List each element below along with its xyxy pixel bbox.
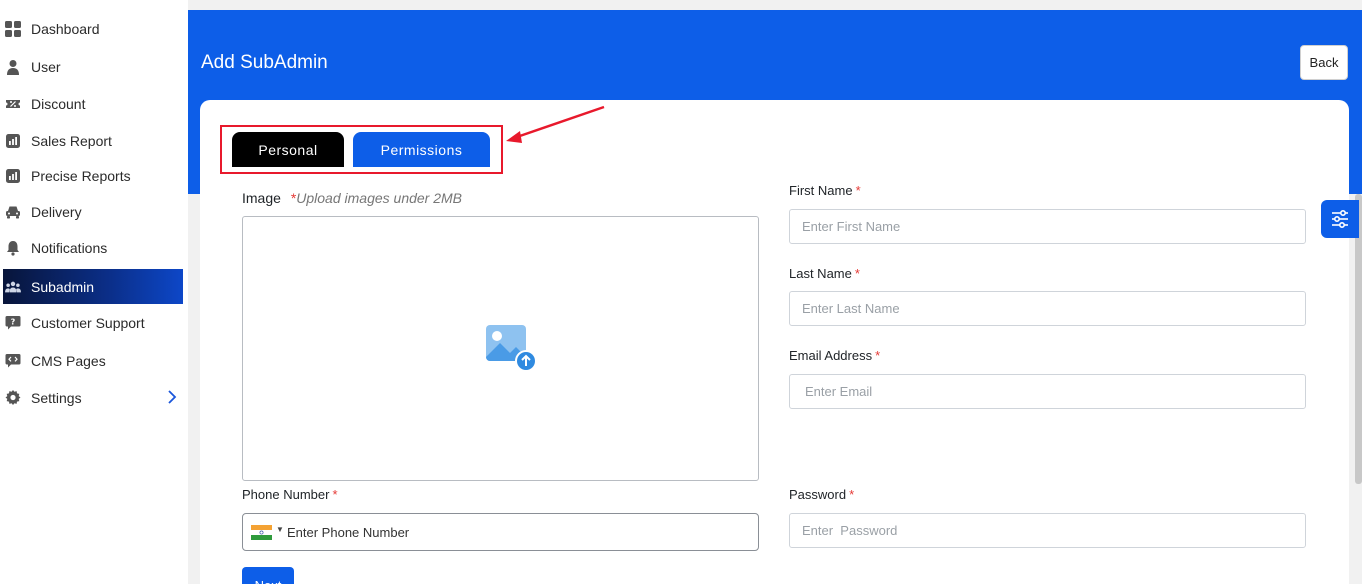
- page-title: Add SubAdmin: [201, 52, 328, 73]
- image-label: Image *Upload images under 2MB: [242, 190, 463, 206]
- sidebar-item-label: Subadmin: [31, 278, 95, 295]
- sidebar-item-label: Notifications: [31, 239, 108, 256]
- india-flag-icon[interactable]: [251, 525, 272, 540]
- chat-question-icon: ?: [5, 315, 21, 331]
- image-upload-icon: [486, 325, 537, 372]
- group-icon: [5, 279, 21, 295]
- sidebar-item-label: Precise Reports: [31, 167, 131, 184]
- gear-icon: [5, 390, 21, 406]
- sidebar-item-subadmin[interactable]: Subadmin: [3, 269, 183, 304]
- sidebar: Dashboard User Discount Sales Report Pre…: [0, 0, 188, 584]
- email-input[interactable]: [789, 374, 1306, 409]
- bell-icon: [5, 240, 21, 256]
- sidebar-item-label: Sales Report: [31, 132, 112, 149]
- phone-label: Phone Number *: [242, 487, 338, 502]
- caret-down-icon[interactable]: ▼: [276, 525, 284, 534]
- chevron-right-icon[interactable]: [167, 389, 177, 408]
- user-icon: [5, 59, 21, 75]
- sidebar-item-label: CMS Pages: [31, 352, 106, 369]
- phone-field: ▼: [242, 513, 759, 551]
- tab-personal[interactable]: Personal: [232, 132, 344, 167]
- sidebar-item-notifications[interactable]: Notifications: [3, 230, 183, 265]
- sliders-icon: [1332, 209, 1348, 229]
- sidebar-item-label: Discount: [31, 95, 86, 112]
- next-button[interactable]: Next: [242, 567, 294, 584]
- first-name-label: First Name *: [789, 183, 861, 198]
- sidebar-item-user[interactable]: User: [3, 49, 183, 84]
- sidebar-item-delivery[interactable]: Delivery: [3, 194, 183, 229]
- sidebar-item-label: Delivery: [31, 203, 82, 220]
- password-input[interactable]: [789, 513, 1306, 548]
- settings-sliders-button[interactable]: [1321, 200, 1359, 238]
- sidebar-item-label: User: [31, 58, 61, 75]
- bar-report-icon: [5, 168, 21, 184]
- sidebar-item-discount[interactable]: Discount: [3, 86, 183, 121]
- svg-text:?: ?: [11, 317, 16, 326]
- first-name-input[interactable]: [789, 209, 1306, 244]
- tab-permissions[interactable]: Permissions: [353, 132, 490, 167]
- last-name-label: Last Name *: [789, 266, 860, 281]
- sidebar-item-precise-reports[interactable]: Precise Reports: [3, 158, 183, 193]
- back-button[interactable]: Back: [1300, 45, 1348, 80]
- sidebar-item-label: Settings: [31, 389, 82, 406]
- image-upload-dropzone[interactable]: [242, 216, 759, 481]
- grid-icon: [5, 20, 21, 37]
- sidebar-item-sales-report[interactable]: Sales Report: [3, 123, 183, 158]
- bar-report-icon: [5, 133, 21, 149]
- sidebar-item-dashboard[interactable]: Dashboard: [3, 11, 183, 46]
- sidebar-item-customer-support[interactable]: ? Customer Support: [3, 305, 183, 340]
- discount-ticket-icon: [5, 96, 21, 112]
- sidebar-item-cms-pages[interactable]: CMS Pages: [3, 343, 183, 378]
- chat-code-icon: [5, 353, 21, 369]
- phone-input[interactable]: [287, 518, 747, 546]
- sidebar-item-settings[interactable]: Settings: [3, 380, 183, 415]
- car-icon: [5, 204, 21, 220]
- sidebar-item-label: Dashboard: [31, 20, 100, 37]
- last-name-input[interactable]: [789, 291, 1306, 326]
- email-label: Email Address *: [789, 348, 881, 363]
- sidebar-item-label: Customer Support: [31, 314, 145, 331]
- password-label: Password *: [789, 487, 855, 502]
